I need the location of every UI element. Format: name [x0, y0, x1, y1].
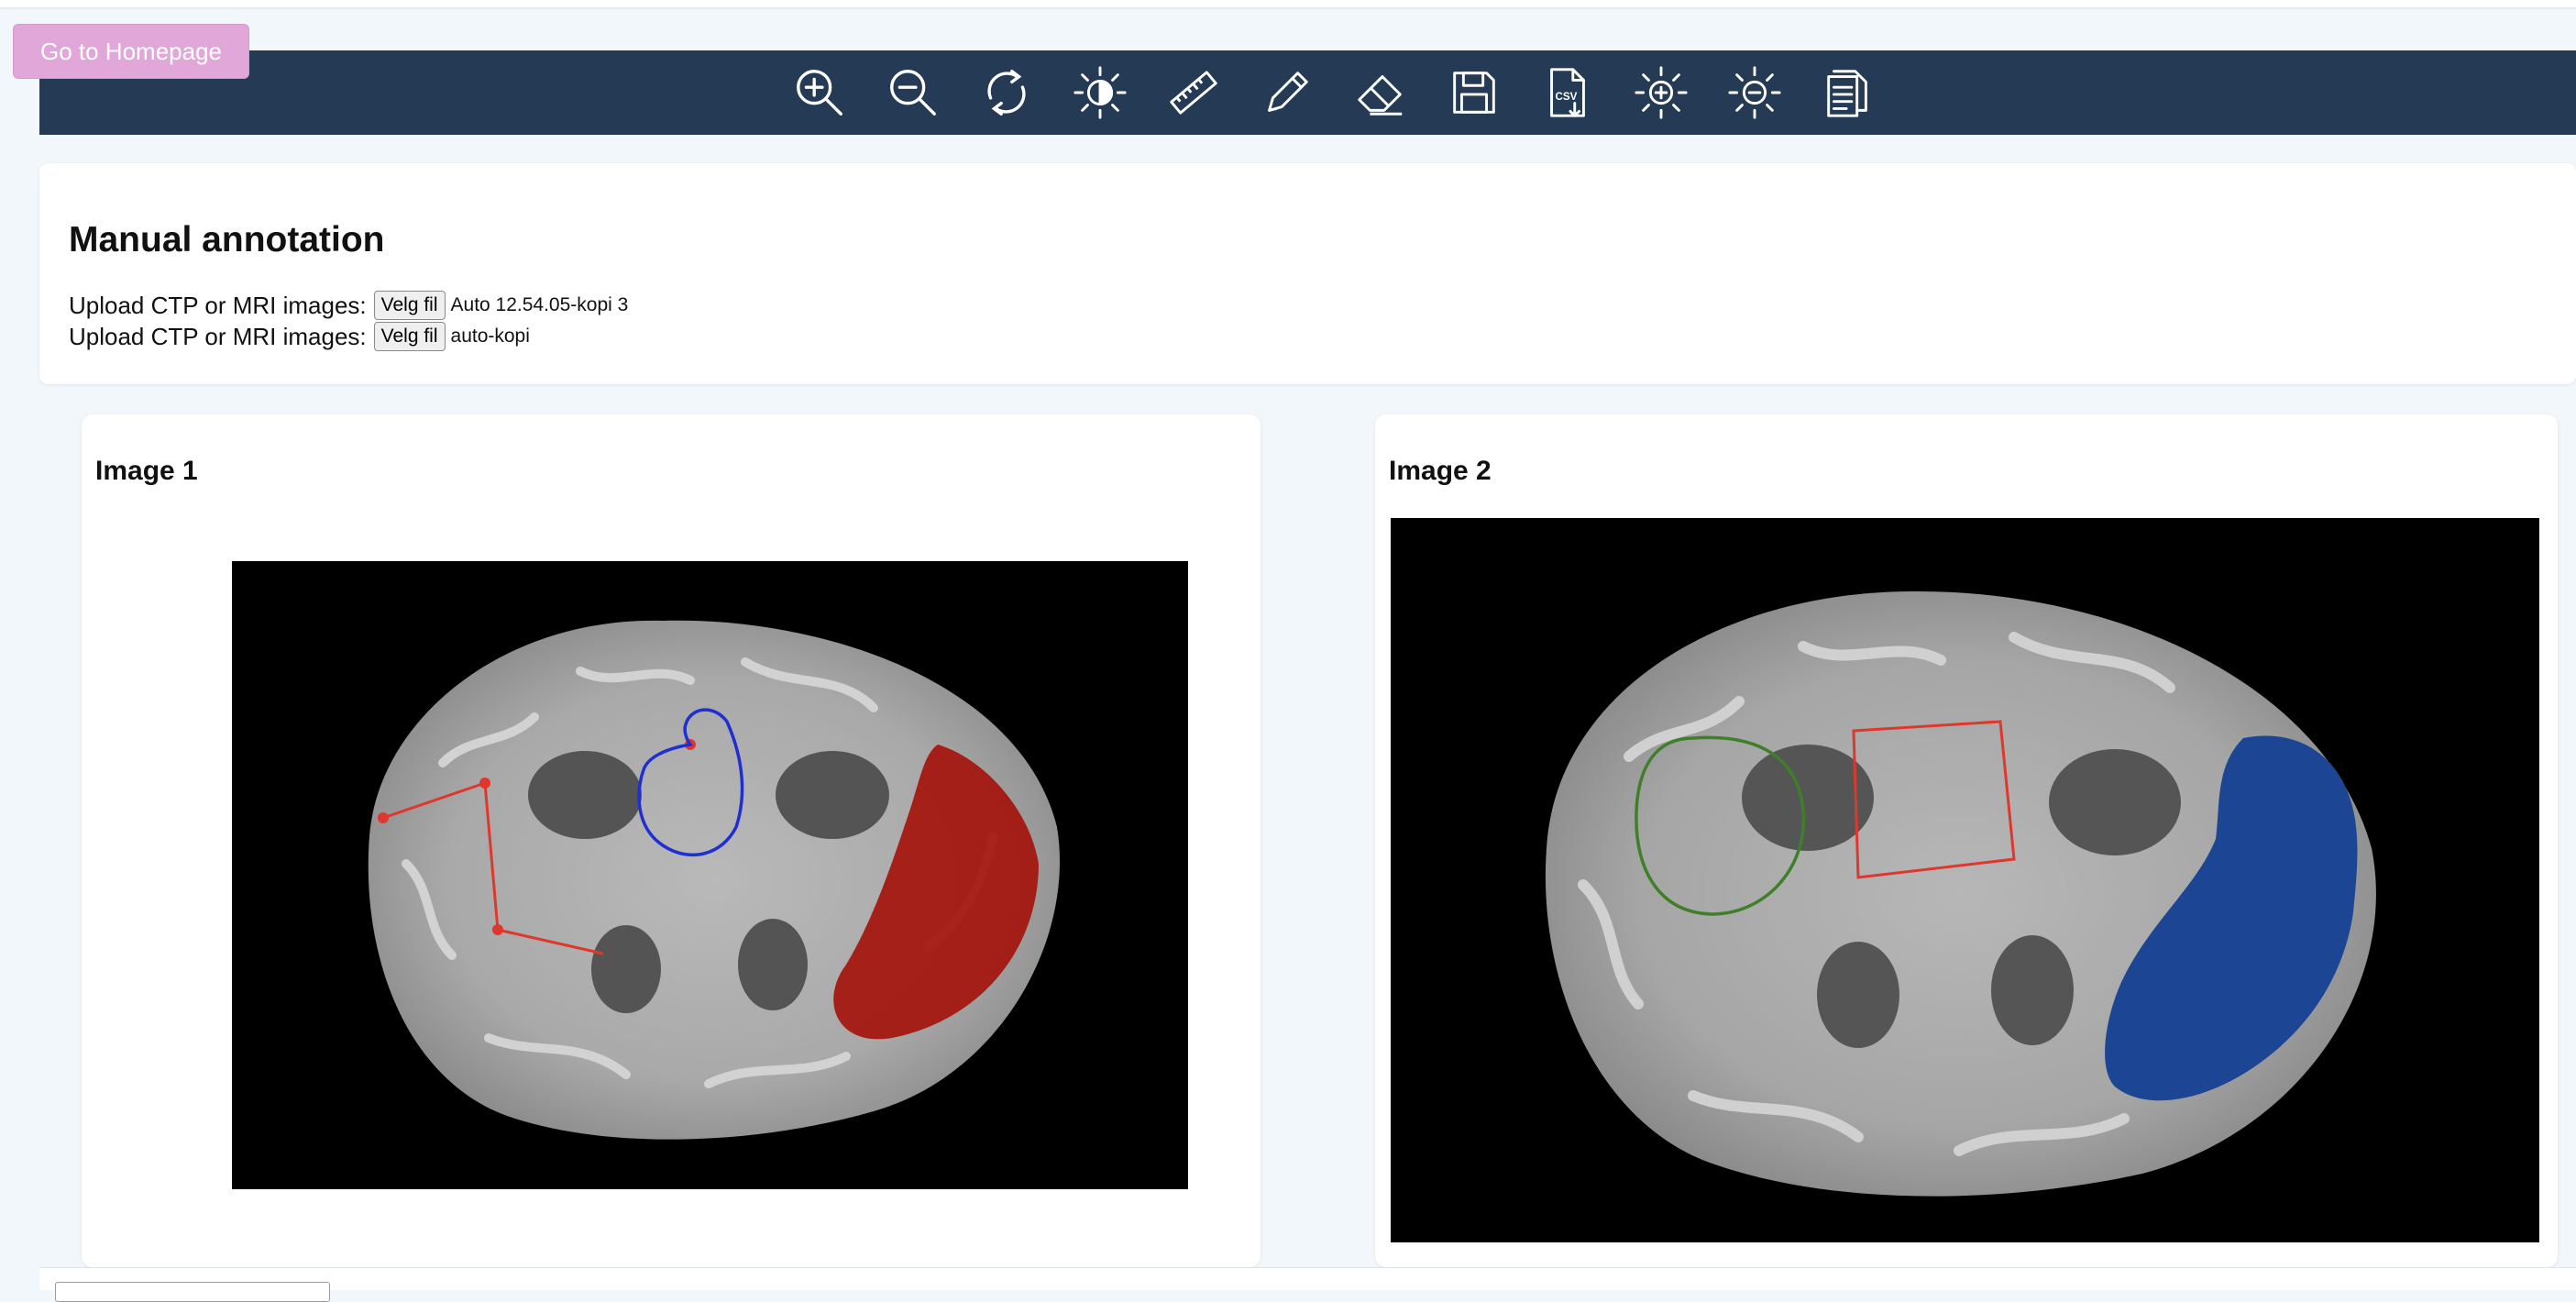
bottom-panel-edge [39, 1267, 2576, 1290]
copy-document-icon[interactable] [1801, 50, 1895, 135]
brightness-increase-icon[interactable] [1614, 50, 1708, 135]
ventricle-right [776, 751, 889, 839]
toolbar: CSV [39, 50, 2576, 135]
upload-label: Upload CTP or MRI images: [69, 291, 367, 319]
image-canvas-1[interactable] [232, 561, 1188, 1189]
upload-label: Upload CTP or MRI images: [69, 322, 367, 350]
choose-file-button[interactable]: Velg fil [373, 291, 446, 320]
image-card-1: Image 1 [82, 414, 1260, 1267]
upload-row-1: Upload CTP or MRI images: Velg fil Auto … [69, 291, 628, 320]
choose-file-button[interactable]: Velg fil [373, 322, 446, 351]
image-title: Image 2 [1389, 456, 1492, 486]
annotation-panel: Manual annotation Upload CTP or MRI imag… [39, 163, 2576, 384]
pen-icon[interactable] [1240, 50, 1334, 135]
image-title: Image 1 [95, 456, 198, 486]
ruler-icon[interactable] [1147, 50, 1240, 135]
go-to-homepage-button[interactable]: Go to Homepage [13, 24, 249, 79]
zoom-in-icon[interactable] [773, 50, 866, 135]
toolbar-icons: CSV [773, 50, 1895, 135]
zoom-out-icon[interactable] [866, 50, 960, 135]
ventricle-lower-left [1817, 942, 1899, 1048]
rotate-icon[interactable] [960, 50, 1053, 135]
contrast-icon[interactable] [1053, 50, 1147, 135]
top-border [0, 0, 2576, 9]
ventricle-lower-left [591, 925, 661, 1013]
selected-file-name: auto-kopi [450, 326, 530, 347]
brightness-decrease-icon[interactable] [1708, 50, 1801, 135]
ventricle-right [2049, 749, 2181, 855]
svg-text:CSV: CSV [1555, 91, 1577, 103]
image-canvas-2[interactable] [1391, 518, 2539, 1242]
mri-brain-image [1545, 590, 2376, 1197]
mri-brain-image [368, 620, 1061, 1140]
ventricle-left [528, 751, 642, 839]
bottom-input-field[interactable] [55, 1282, 330, 1302]
page-title: Manual annotation [69, 220, 385, 259]
upload-row-2: Upload CTP or MRI images: Velg fil auto-… [69, 322, 530, 351]
csv-export-icon[interactable]: CSV [1521, 50, 1614, 135]
selected-file-name: Auto 12.54.05-kopi 3 [450, 294, 629, 315]
eraser-icon[interactable] [1334, 50, 1427, 135]
ventricle-lower-right [738, 919, 808, 1010]
image-card-2: Image 2 [1375, 414, 2558, 1267]
ventricle-lower-right [1991, 935, 2074, 1045]
save-icon[interactable] [1427, 50, 1521, 135]
